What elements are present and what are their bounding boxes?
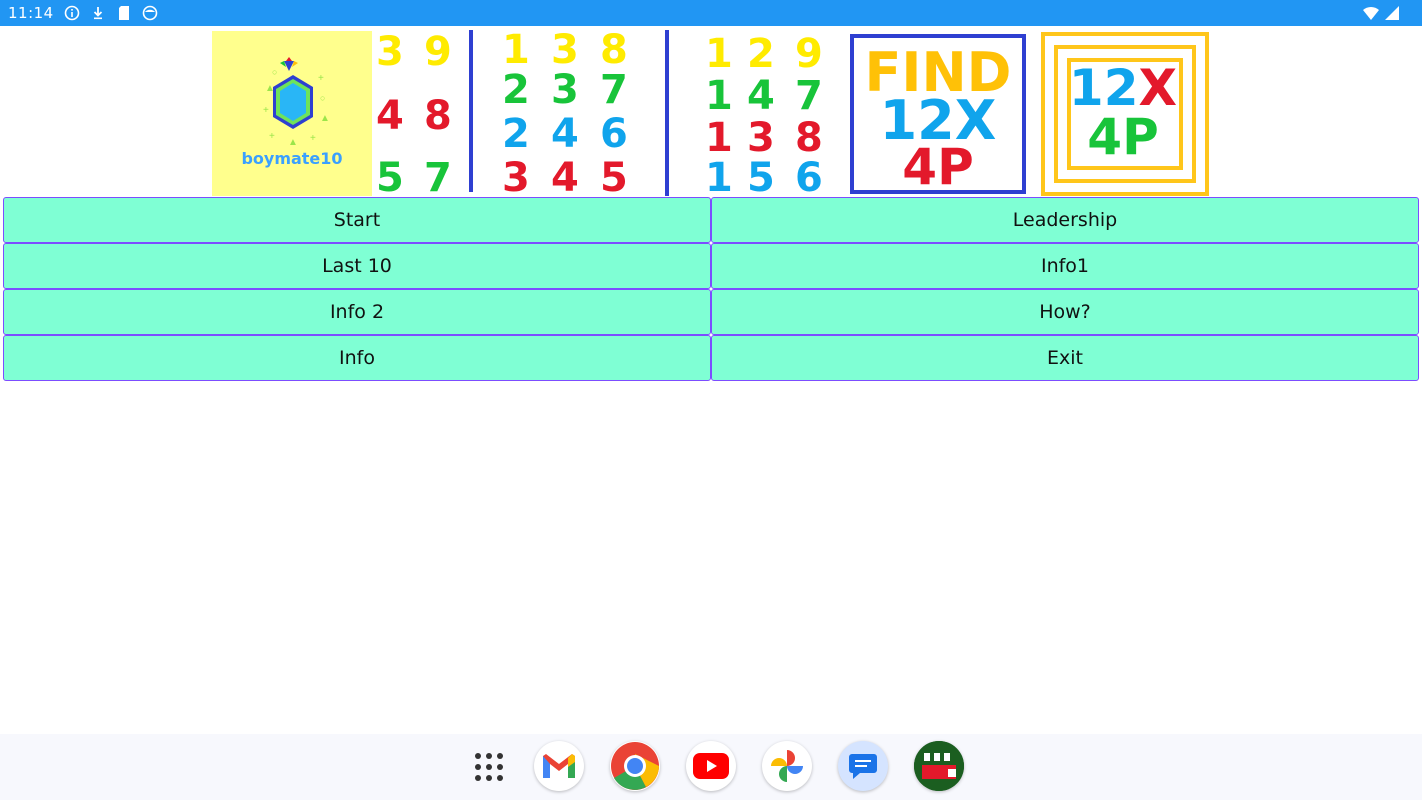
banner-number: 8 (795, 115, 823, 161)
leadership-button[interactable]: Leadership (711, 197, 1419, 243)
banner-number: 9 (424, 29, 452, 75)
info2-button[interactable]: Info 2 (3, 289, 711, 335)
banner-number: 1 (705, 31, 733, 77)
divider (665, 30, 669, 196)
banner-number: 7 (600, 67, 628, 113)
chrome-icon[interactable] (610, 741, 660, 791)
signal-icon (1385, 6, 1399, 20)
banner-number: 8 (424, 93, 452, 139)
banner-number: 6 (795, 155, 823, 201)
face-icon (142, 5, 158, 21)
logo-tile: ▲ + ○ + ▲ + ▲ + ○ boymate10 (212, 31, 372, 196)
svg-text:○: ○ (272, 67, 277, 77)
how-button[interactable]: How? (711, 289, 1419, 335)
banner-number: 5 (747, 155, 775, 201)
status-time: 11:14 (8, 4, 54, 22)
banner-number: 3 (551, 27, 579, 73)
svg-text:+: + (269, 131, 275, 142)
find-subtitle-2: 4P (902, 138, 974, 196)
svg-text:▲: ▲ (320, 113, 330, 124)
banner-number: 1 (705, 155, 733, 201)
info-button[interactable]: Info (3, 335, 711, 381)
messages-icon[interactable] (838, 741, 888, 791)
divider (469, 30, 473, 192)
exit-button[interactable]: Exit (711, 335, 1419, 381)
app-dock (0, 741, 1422, 793)
banner-number: 6 (600, 111, 628, 157)
banner-number: 1 (705, 73, 733, 119)
status-bar: 11:14 (0, 0, 1422, 26)
find12x4p-icon[interactable] (914, 741, 964, 791)
banner-number: 2 (502, 111, 530, 157)
banner-number: 3 (376, 29, 404, 75)
banner-number: 2 (747, 31, 775, 77)
apps-grid-icon[interactable] (470, 747, 510, 787)
svg-text:○: ○ (320, 93, 325, 103)
svg-text:+: + (310, 133, 316, 144)
gmail-icon[interactable] (534, 741, 584, 791)
start-button[interactable]: Start (3, 197, 711, 243)
banner-number: 1 (705, 115, 733, 161)
framed-logo-line1: 12X (1039, 63, 1207, 113)
status-right (1362, 5, 1400, 21)
gem-logo-icon: ▲ + ○ + ▲ + ▲ + ○ (263, 57, 330, 148)
banner-number: 4 (376, 93, 404, 139)
find-logo: FIND 12X 4P (850, 34, 1026, 194)
wifi-icon (1363, 6, 1379, 20)
banner-number: 5 (376, 155, 404, 201)
svg-text:+: + (318, 73, 324, 84)
svg-text:▲: ▲ (288, 137, 298, 148)
banner-number: 9 (795, 31, 823, 77)
banner-number: 4 (747, 73, 775, 119)
download-icon (93, 7, 102, 20)
banner-number: 2 (502, 67, 530, 113)
banner-number: 1 (502, 27, 530, 73)
banner-number: 4 (551, 111, 579, 157)
main-menu: Start Leadership Last 10 Info1 Info 2 Ho… (3, 197, 1419, 381)
banner-number: 3 (502, 155, 530, 201)
banner-number: 5 (600, 155, 628, 201)
banner-number: 7 (795, 73, 823, 119)
banner-number: 7 (424, 155, 452, 201)
framed-logo-line2: 4P (1087, 108, 1159, 166)
info1-button[interactable]: Info1 (711, 243, 1419, 289)
sd-card-icon (118, 6, 129, 20)
banner-number: 3 (747, 115, 775, 161)
banner-number: 4 (551, 155, 579, 201)
last10-button[interactable]: Last 10 (3, 243, 711, 289)
logo-text: boymate10 (241, 149, 343, 168)
svg-text:+: + (263, 105, 269, 116)
svg-text:▲: ▲ (265, 83, 275, 94)
info-icon (64, 5, 80, 21)
photos-icon[interactable] (762, 741, 812, 791)
youtube-icon[interactable] (686, 741, 736, 791)
banner-number: 8 (600, 27, 628, 73)
banner-number: 3 (551, 67, 579, 113)
